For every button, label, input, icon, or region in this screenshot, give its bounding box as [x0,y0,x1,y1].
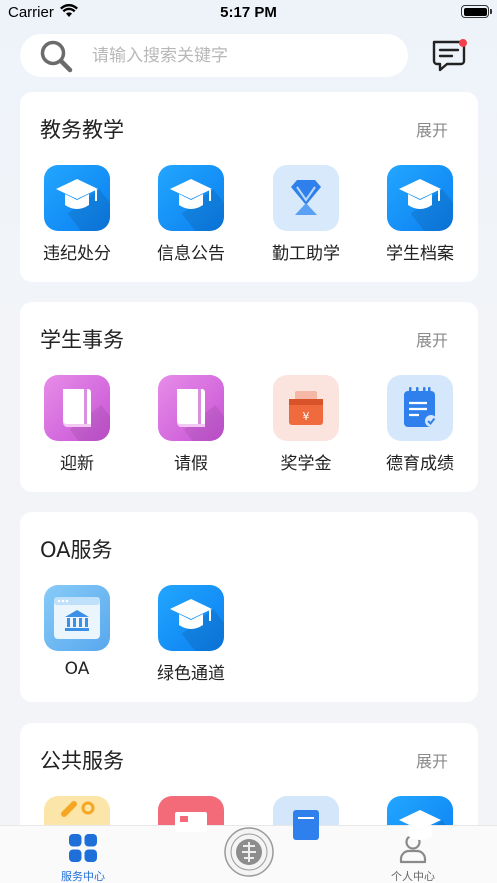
service-label: 违纪处分 [43,244,111,264]
service-label: OA [64,659,90,679]
card-icon [175,812,207,832]
section-student-affairs: 学生事务 展开 迎新 请假 ¥ 奖学金 德育成绩 [20,302,478,492]
expand-button[interactable]: 展开 [416,117,448,141]
document-icon [293,810,319,840]
status-bar: Carrier 5:17 PM [0,0,497,26]
section-academic: 教务教学 展开 违纪处分 信息公告 勤工助学 学生档案 [20,92,478,282]
clipboard-check-icon [404,387,437,427]
section-oa: OA服务 OA 绿色通道 [20,512,478,702]
battery-icon [461,5,492,18]
section-title: OA服务 [40,538,113,562]
graduation-cap-icon [170,179,212,209]
graduation-cap-icon [56,179,98,209]
service-item-work-study[interactable]: 勤工助学 [249,165,363,264]
graduation-cap-icon [399,179,441,209]
expand-button[interactable]: 展开 [416,748,448,772]
service-item-leave[interactable]: 请假 [134,375,248,474]
service-item-scholarship[interactable]: ¥ 奖学金 [249,375,363,474]
service-item-announcement[interactable]: 信息公告 [134,165,248,264]
service-item-moral-score[interactable]: 德育成绩 [363,375,477,474]
clock-time: 5:17 PM [220,4,277,21]
graduation-cap-icon [170,599,212,629]
graduation-cap-icon [399,810,441,840]
service-label: 勤工助学 [272,244,340,264]
book-icon [176,389,205,427]
school-seal-logo[interactable] [223,826,275,878]
service-label: 迎新 [60,454,94,474]
bank-window-icon [54,597,100,639]
service-label: 绿色通道 [157,664,225,684]
service-label: 请假 [174,454,208,474]
book-icon [62,389,91,427]
diamond-person-icon [291,180,321,215]
tag-icon [61,801,95,817]
search-bar[interactable] [20,34,408,77]
tab-label: 个人中心 [391,870,435,883]
search-input[interactable] [92,45,382,66]
message-icon[interactable] [429,38,469,74]
service-item-discipline[interactable]: 违纪处分 [20,165,134,264]
svg-text:¥: ¥ [303,410,310,423]
search-icon [40,40,73,72]
service-label: 奖学金 [280,454,332,474]
section-title: 教务教学 [40,118,124,142]
section-title: 学生事务 [40,328,124,352]
expand-button[interactable]: 展开 [416,327,448,351]
section-title: 公共服务 [40,749,124,773]
service-label: 信息公告 [157,244,225,264]
service-item-green-channel[interactable]: 绿色通道 [134,585,248,684]
service-label: 德育成绩 [386,454,454,474]
service-label: 学生档案 [386,244,454,264]
money-box-icon: ¥ [289,391,323,425]
service-item-oa[interactable]: OA [20,585,134,679]
service-item-welcome[interactable]: 迎新 [20,375,134,474]
service-item-student-file[interactable]: 学生档案 [363,165,477,264]
tab-label: 服务中心 [61,870,105,883]
